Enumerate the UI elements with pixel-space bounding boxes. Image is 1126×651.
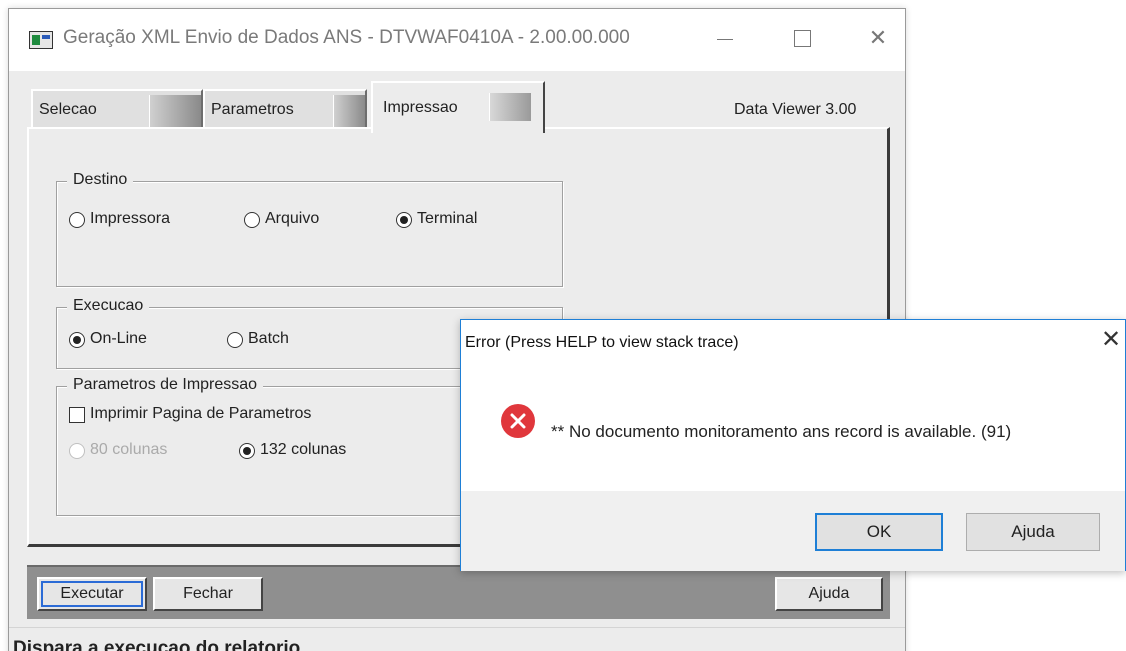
radio-label: 80 colunas	[90, 441, 168, 458]
radio-label: Batch	[248, 330, 289, 347]
radio-label: On-Line	[90, 330, 147, 347]
tab-label: Selecao	[39, 101, 97, 118]
minimize-button[interactable]	[702, 23, 748, 53]
executar-button[interactable]: Executar	[37, 577, 147, 611]
error-message: ** No documento monitoramento ans record…	[551, 422, 1012, 441]
tab-selecao[interactable]: Selecao	[31, 89, 203, 131]
fechar-button[interactable]: Fechar	[153, 577, 263, 611]
group-title-parametros-impressao: Parametros de Impressao	[67, 376, 264, 394]
error-dialog-title: Error (Press HELP to view stack trace)	[465, 334, 739, 351]
radio-circle	[69, 332, 85, 348]
radio-circle	[69, 443, 85, 459]
radio-circle	[69, 212, 85, 228]
title-bar: Geração XML Envio de Dados ANS - DTVWAF0…	[9, 9, 905, 71]
group-title-execucao: Execucao	[67, 297, 150, 315]
checkbox-box	[69, 407, 85, 423]
tab-parametros[interactable]: Parametros	[203, 89, 367, 131]
close-button[interactable]: ✕	[855, 23, 901, 53]
window-title: Geração XML Envio de Dados ANS - DTVWAF0…	[63, 27, 630, 48]
maximize-button[interactable]	[779, 23, 825, 53]
ok-button[interactable]: OK	[815, 513, 943, 551]
radio-circle	[396, 212, 412, 228]
radio-label: Arquivo	[265, 210, 320, 227]
help-button[interactable]: Ajuda	[966, 513, 1100, 551]
error-dialog: Error (Press HELP to view stack trace) ✕…	[460, 319, 1126, 571]
tab-impressao[interactable]: Impressao	[371, 81, 545, 133]
desktop: Geração XML Envio de Dados ANS - DTVWAF0…	[0, 0, 1126, 651]
tab-shade	[149, 95, 201, 127]
error-dialog-footer: OK Ajuda	[461, 491, 1125, 571]
tab-shade	[489, 93, 531, 121]
radio-label: Terminal	[417, 210, 478, 227]
radio-circle	[239, 443, 255, 459]
button-bar: Executar Fechar Ajuda	[27, 565, 890, 619]
tab-label: Impressao	[383, 99, 458, 116]
group-title-destino: Destino	[67, 171, 134, 189]
close-icon[interactable]: ✕	[1099, 328, 1123, 352]
checkbox-label: Imprimir Pagina de Parametros	[90, 405, 312, 422]
ajuda-button[interactable]: Ajuda	[775, 577, 883, 611]
status-text: Dispara a execucao do relatorio	[13, 638, 301, 651]
tab-shade	[333, 95, 365, 127]
data-viewer-label: Data Viewer 3.00	[734, 101, 857, 118]
radio-label: Impressora	[90, 210, 171, 227]
error-icon	[501, 404, 535, 438]
radio-label: 132 colunas	[260, 441, 347, 458]
app-icon	[29, 31, 53, 49]
radio-circle	[244, 212, 260, 228]
status-bar: Dispara a execucao do relatorio	[9, 627, 905, 651]
group-destino: Destino Impressora Arquivo Terminal	[56, 171, 563, 287]
tab-label: Parametros	[211, 101, 294, 118]
radio-circle	[227, 332, 243, 348]
